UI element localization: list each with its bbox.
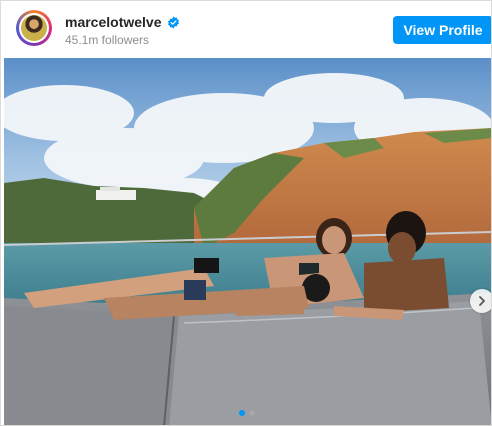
carousel-indicator <box>1 410 491 416</box>
carousel-next-button[interactable] <box>470 289 491 313</box>
view-profile-button[interactable]: View Profile <box>393 16 491 44</box>
carousel-dot-2[interactable] <box>249 410 255 416</box>
post-photo[interactable] <box>4 58 491 425</box>
verified-badge-icon <box>167 16 179 28</box>
follower-count: 45.1m followers <box>65 33 150 47</box>
username-link[interactable]: marcelotwelve <box>65 14 162 30</box>
chevron-right-icon <box>479 296 485 306</box>
avatar-ring <box>19 13 49 43</box>
post-header: marcelotwelve 45.1m followers View Profi… <box>1 1 491 57</box>
instagram-embed-card: marcelotwelve 45.1m followers View Profi… <box>0 0 492 426</box>
username-row: marcelotwelve <box>65 13 180 31</box>
photo-scene <box>4 58 491 425</box>
carousel-dot-1[interactable] <box>239 410 245 416</box>
avatar-photo <box>21 15 47 41</box>
profile-avatar[interactable] <box>16 10 52 46</box>
